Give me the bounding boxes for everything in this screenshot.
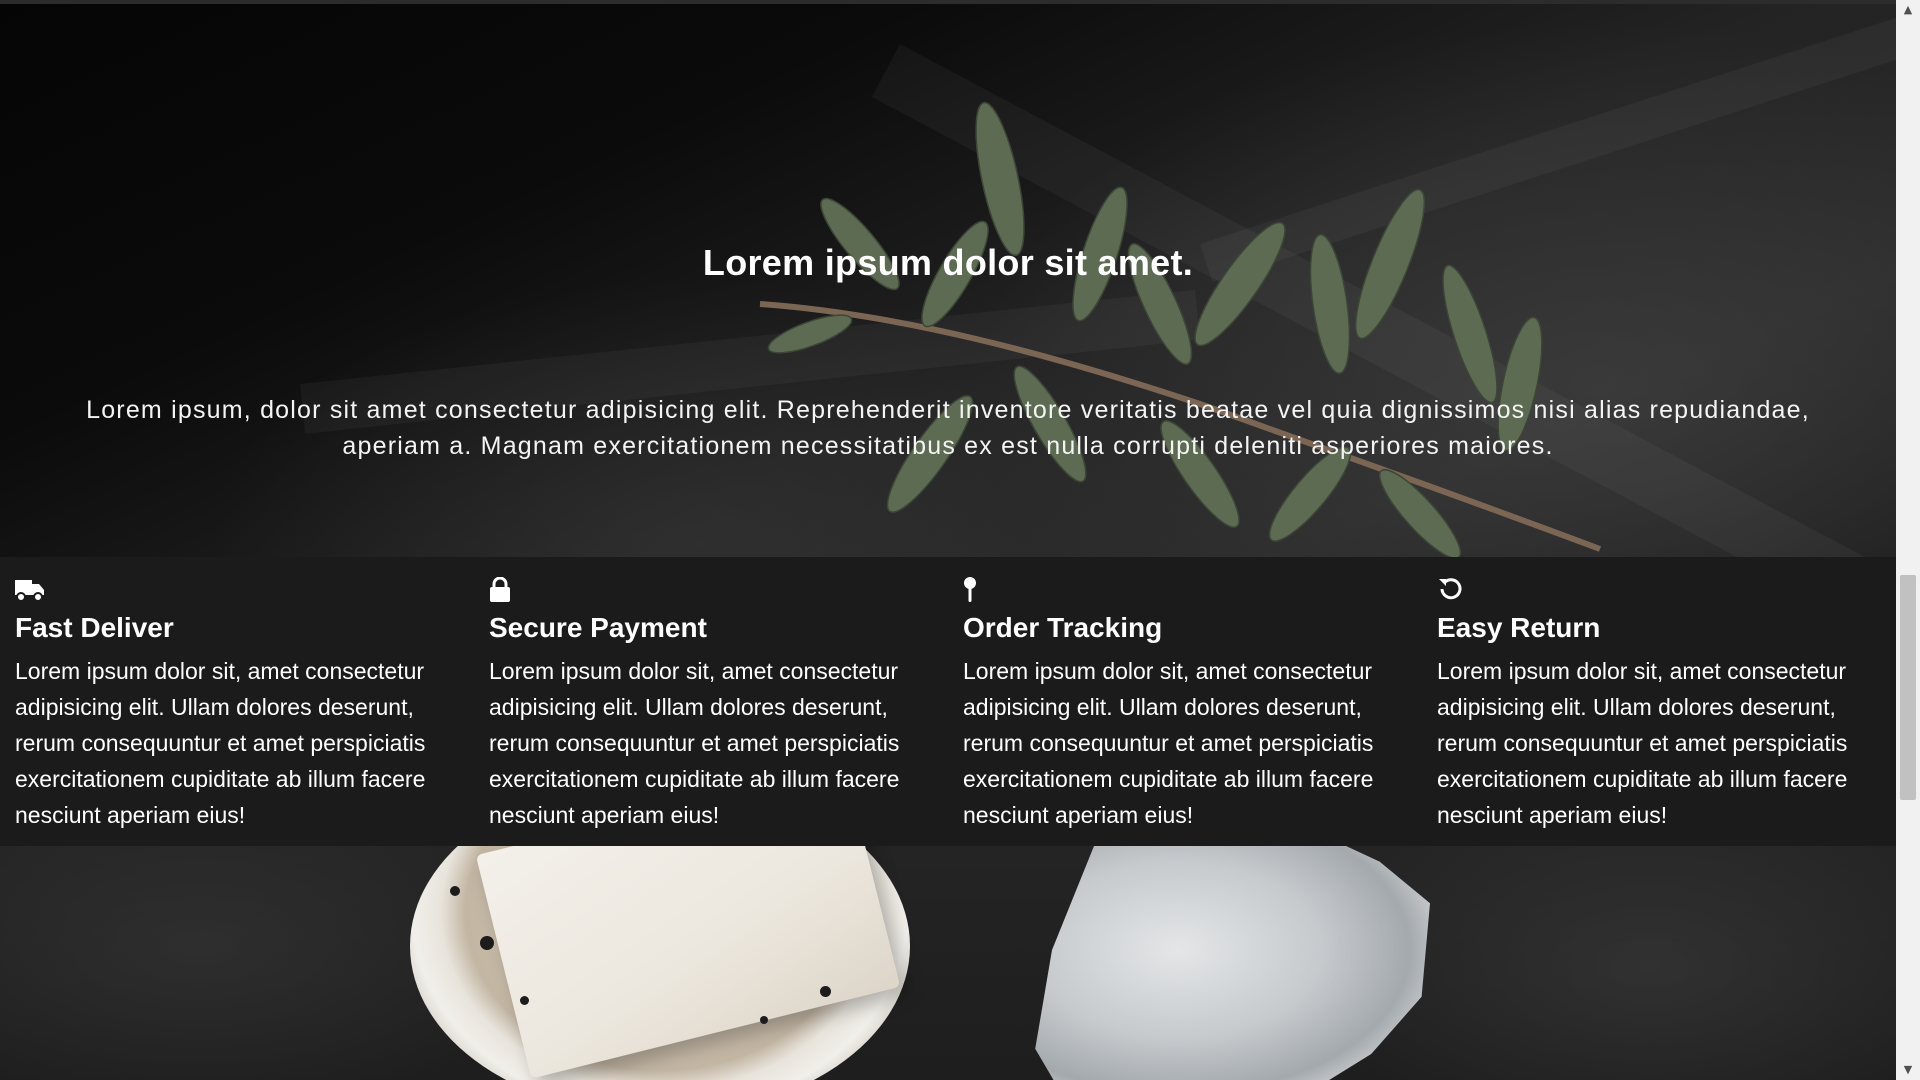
bowl-speck xyxy=(820,986,831,997)
fabric-fold xyxy=(871,44,1872,557)
feature-text: Lorem ipsum dolor sit, amet consectetur … xyxy=(963,658,1374,828)
scroll-down-icon[interactable]: ▼ xyxy=(1896,1060,1920,1080)
hero-section: Lorem ipsum dolor sit amet. Lorem ipsum,… xyxy=(0,4,1896,557)
hero-title: Lorem ipsum dolor sit amet. xyxy=(702,242,1194,283)
feature-title: Secure Payment xyxy=(489,612,707,643)
truck-icon xyxy=(15,580,44,602)
fabric-fold xyxy=(1200,4,1896,283)
feature-title: Fast Deliver xyxy=(15,612,174,643)
bowl-speck xyxy=(480,936,494,950)
feature-text: Lorem ipsum dolor sit, amet consectetur … xyxy=(15,658,426,828)
feature-card-secure-payment: Secure Payment Lorem ipsum dolor sit, am… xyxy=(474,557,948,846)
vertical-scrollbar[interactable]: ▲ ▼ xyxy=(1896,0,1920,1080)
bowl-speck xyxy=(450,886,460,896)
gua-sha-stone-image xyxy=(1035,846,1430,1080)
top-border xyxy=(0,0,1896,4)
undo-icon xyxy=(1439,578,1462,600)
bowl-speck xyxy=(760,1016,768,1024)
features-section: Fast Deliver Lorem ipsum dolor sit, amet… xyxy=(0,557,1896,846)
feature-text: Lorem ipsum dolor sit, amet consectetur … xyxy=(489,658,900,828)
bottom-photo-section xyxy=(0,846,1896,1080)
feature-card-easy-return: Easy Return Lorem ipsum dolor sit, amet … xyxy=(1422,557,1896,846)
lock-icon xyxy=(490,577,510,602)
scrollbar-thumb[interactable] xyxy=(1900,575,1916,800)
feature-title: Easy Return xyxy=(1437,612,1601,643)
page-viewport: Lorem ipsum dolor sit amet. Lorem ipsum,… xyxy=(0,0,1896,1080)
feature-text: Lorem ipsum dolor sit, amet consectetur … xyxy=(1437,658,1848,828)
hero-description: Lorem ipsum, dolor sit amet consectetur … xyxy=(86,396,1810,460)
feature-title: Order Tracking xyxy=(963,612,1163,643)
feature-card-order-tracking: Order Tracking Lorem ipsum dolor sit, am… xyxy=(948,557,1422,846)
map-pin-icon xyxy=(964,577,976,602)
feature-card-fast-deliver: Fast Deliver Lorem ipsum dolor sit, amet… xyxy=(0,557,474,846)
bowl-speck xyxy=(520,996,529,1005)
scroll-up-icon[interactable]: ▲ xyxy=(1896,0,1920,20)
